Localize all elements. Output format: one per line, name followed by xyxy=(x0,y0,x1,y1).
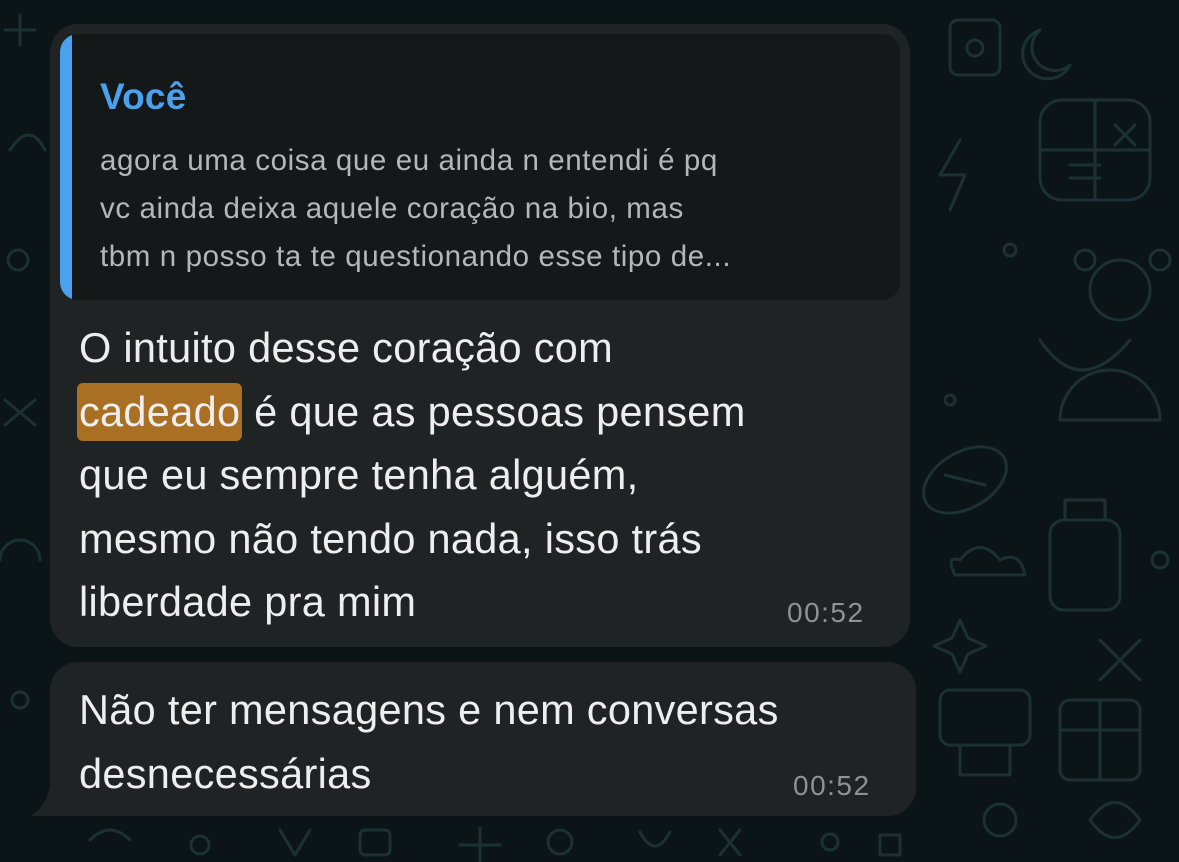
quote-line: tbm n posso ta te questionando esse tipo… xyxy=(100,240,732,273)
quote-author: Você xyxy=(100,76,187,117)
quote-line: agora uma coisa que eu ainda n entendi é… xyxy=(100,144,718,177)
message-text: O intuito desse coração com cadeado é qu… xyxy=(77,316,746,634)
reply-quote[interactable]: Você agora uma coisa que eu ainda n ente… xyxy=(60,34,900,300)
message-line: Não ter mensagens e nem conversas xyxy=(79,686,779,733)
search-highlight: cadeado xyxy=(77,382,243,441)
message-text: Não ter mensagens e nem conversas desnec… xyxy=(79,678,779,805)
quote-text: agora uma coisa que eu ainda n entendi é… xyxy=(100,137,890,281)
message-line-rest: é que as pessoas pensem xyxy=(242,387,746,435)
message-line: mesmo não tendo nada, isso trás xyxy=(79,514,702,562)
message-line: cadeado é que as pessoas pensem xyxy=(77,380,746,444)
message-line: desnecessárias xyxy=(79,749,372,797)
message-line: que eu sempre tenha alguém, xyxy=(79,451,639,498)
message-line: O intuito desse coração com xyxy=(79,324,614,371)
message-timestamp: 00:52 xyxy=(787,597,865,628)
quote-line: vc ainda deixa aquele coração na bio, ma… xyxy=(100,192,684,225)
message-timestamp: 00:52 xyxy=(793,770,871,801)
message-line: liberdade pra mim xyxy=(79,578,417,625)
quote-accent-bar xyxy=(60,34,72,300)
